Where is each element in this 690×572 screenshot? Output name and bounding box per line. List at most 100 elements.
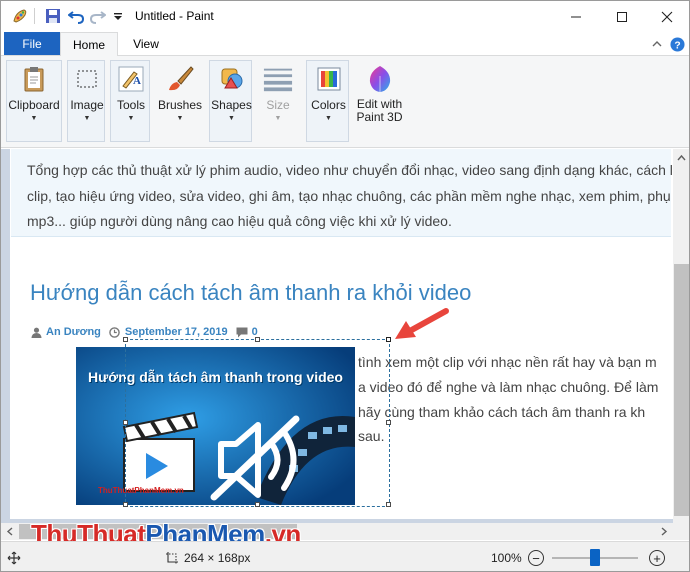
edit-paint3d-label: Edit with Paint 3D [356,98,402,124]
scroll-left-icon[interactable] [3,523,17,540]
chevron-down-icon: ▼ [325,115,332,122]
shapes-button[interactable]: Shapes ▼ [210,64,253,122]
maximize-icon[interactable] [599,1,645,32]
article-title: Hướng dẫn cách tách âm thanh ra khỏi vid… [30,280,472,305]
image-button[interactable]: Image ▼ [68,64,106,122]
resize-handle[interactable] [386,337,391,342]
title-bar: Untitled - Paint [1,1,689,32]
edit-paint3d-line2: Paint 3D [356,110,403,124]
collapse-ribbon-icon[interactable] [649,36,665,52]
edit-paint3d-group: Edit with Paint 3D [351,60,406,142]
brushes-label: Brushes [157,98,203,112]
clock-icon [109,326,121,338]
resize-handle[interactable] [123,502,128,507]
paint3d-icon [365,64,395,94]
tab-home[interactable]: Home [60,32,118,56]
zoom-in-icon[interactable]: + [649,550,665,566]
undo-icon[interactable] [67,7,85,25]
chevron-down-icon: ▼ [30,115,38,122]
zoom-slider-thumb[interactable] [590,549,600,566]
tab-view[interactable]: View [118,32,174,55]
clipboard-label: Clipboard [8,98,60,112]
chevron-down-icon: ▼ [274,115,282,122]
ribbon-tabs: File Home View ? [1,32,689,56]
help-icon[interactable]: ? [669,36,685,52]
svg-text:A: A [133,75,141,87]
tools-button[interactable]: A Tools ▼ [111,64,151,122]
paint-window: Untitled - Paint File Home View ? Clipbo… [0,0,690,572]
clipboard-group: Clipboard ▼ [6,60,62,142]
resize-handle[interactable] [123,337,128,342]
chevron-down-icon: ▼ [228,115,235,122]
save-icon[interactable] [44,7,62,25]
separator [34,8,35,24]
tools-group: A Tools ▼ [110,60,150,142]
shapes-group: Shapes ▼ [209,60,252,142]
customize-dropdown-icon[interactable] [109,7,127,25]
resize-handle[interactable] [255,337,260,342]
line-size-icon [263,64,293,94]
brushes-group: Brushes ▼ [155,60,203,142]
cursor-position-icon [7,551,21,565]
brush-icon [165,64,195,94]
brushes-button[interactable]: Brushes ▼ [156,64,204,122]
size-button[interactable]: Size ▼ [256,64,300,122]
clipboard-button[interactable]: Clipboard ▼ [7,64,61,122]
window-title: Untitled - Paint [135,9,214,23]
post-date: September 17, 2019 [124,326,228,338]
status-bar: 264 × 168px 100% − + [1,541,689,571]
selection-size-icon [166,552,178,564]
redo-icon[interactable] [89,7,107,25]
tools-label: Tools [116,98,145,112]
resize-handle[interactable] [123,420,128,425]
arrow-annotation-icon [395,308,449,339]
resize-handle[interactable] [255,502,260,507]
intro-line: clip, tạo hiệu ứng video, sửa video, ghi… [27,188,671,204]
image-label: Image [70,98,104,112]
shapes-icon [217,64,247,94]
comment-icon [236,326,248,338]
chevron-down-icon: ▼ [127,115,135,122]
chevron-down-icon: ▼ [83,115,91,122]
body-line: a video đó để nghe và làm nhạc chuông. Đ… [358,379,659,395]
shapes-label: Shapes [211,98,252,112]
intro-line: Tổng hợp các thủ thuật xử lý phim audio,… [27,162,673,178]
pencil-text-icon: A [116,64,146,94]
intro-box: Tổng hợp các thủ thuật xử lý phim audio,… [11,149,673,237]
selection-size: 264 × 168px [184,551,251,565]
vertical-scroll-thumb[interactable] [674,264,689,516]
close-icon[interactable] [644,1,689,32]
image-group: Image ▼ [67,60,105,142]
scroll-up-icon[interactable] [673,152,690,164]
scroll-right-icon[interactable] [657,523,671,540]
selection-box[interactable] [123,337,391,507]
canvas[interactable]: Tổng hợp các thủ thuật xử lý phim audio,… [10,149,673,519]
size-group: Size ▼ [255,60,299,142]
size-label: Size [266,98,290,112]
resize-handle[interactable] [386,420,391,425]
ribbon: Clipboard ▼ Image ▼ A Tools ▼ Brushes ▼ … [1,55,689,148]
colors-button[interactable]: Colors ▼ [307,64,350,122]
zoom-level: 100% [491,551,522,565]
clipboard-icon [19,64,49,94]
select-icon [72,64,102,94]
body-line: tình xem một clip với nhạc nền rất hay v… [358,354,657,370]
canvas-area: Tổng hợp các thủ thuật xử lý phim audio,… [1,149,690,523]
author-name: An Dương [46,326,101,338]
paint-app-icon[interactable] [11,7,29,25]
edit-with-paint3d-button[interactable]: Edit with Paint 3D [352,64,407,124]
svg-text:?: ? [674,40,680,51]
minimize-icon[interactable] [553,1,599,32]
colors-group: Colors ▼ [306,60,349,142]
zoom-out-icon[interactable]: − [528,550,544,566]
color-palette-icon [314,64,344,94]
body-line: hãy cùng tham khảo cách tách âm thanh ra… [358,404,646,420]
colors-label: Colors [311,98,346,112]
chevron-down-icon: ▼ [176,115,184,122]
article-meta: An Dương September 17, 2019 0 [30,324,258,340]
tab-file[interactable]: File [4,32,60,55]
intro-line: mp3... giúp người dùng nâng cao hiệu quả… [27,213,452,229]
vertical-scrollbar[interactable] [673,149,690,523]
user-icon [30,326,42,338]
resize-handle[interactable] [386,502,391,507]
